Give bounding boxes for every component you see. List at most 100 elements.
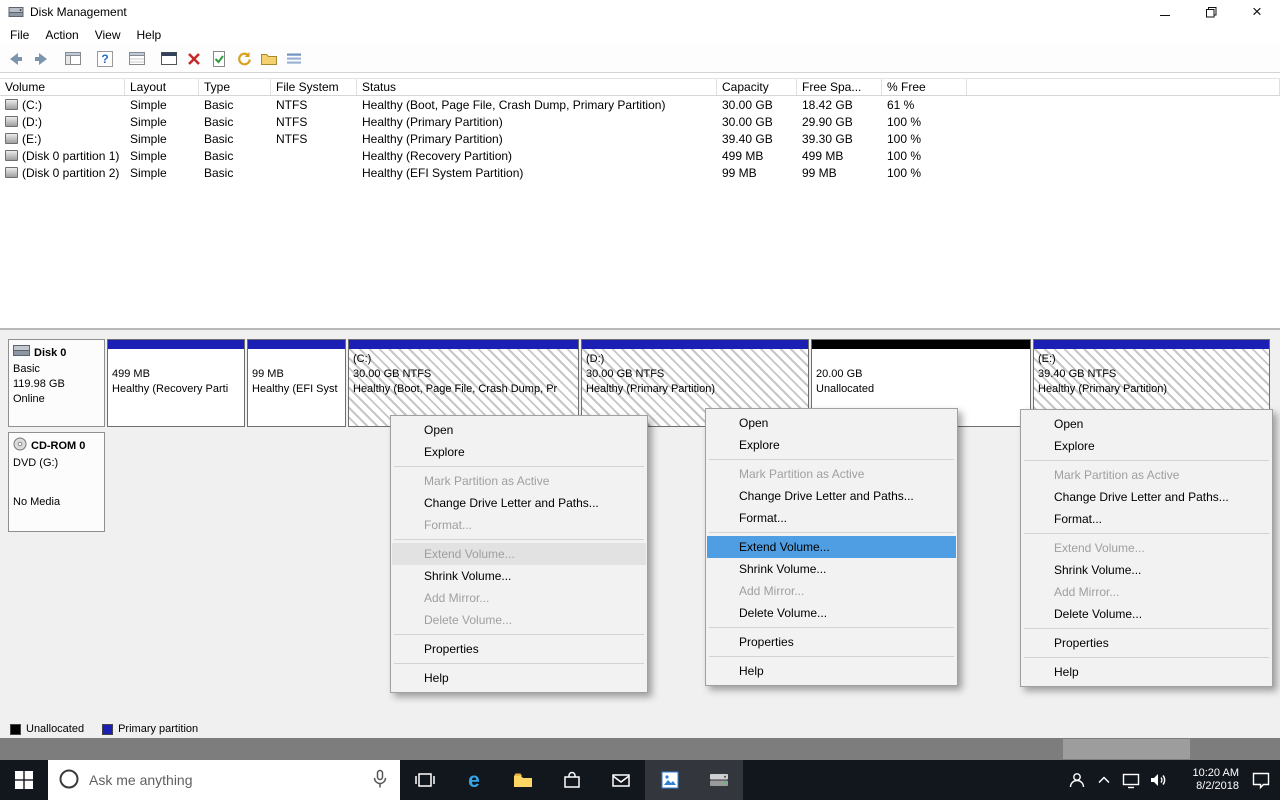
menu-item-open[interactable]: Open xyxy=(1022,413,1271,435)
legend-primary-partition: Primary partition xyxy=(102,723,198,735)
menu-item-help[interactable]: Help xyxy=(392,667,646,689)
volume-row-disk0partition1[interactable]: (Disk 0 partition 1)SimpleBasicHealthy (… xyxy=(0,147,1280,164)
photos-icon[interactable] xyxy=(645,760,694,800)
menu-item-delete-volume[interactable]: Delete Volume... xyxy=(1022,603,1271,625)
partition-letter xyxy=(816,352,1026,367)
cell-text: 18.42 GB xyxy=(802,98,853,112)
action-center-icon[interactable] xyxy=(1247,760,1274,800)
menu-item-properties[interactable]: Properties xyxy=(392,638,646,660)
delete-icon[interactable] xyxy=(182,47,206,71)
export-list-icon[interactable] xyxy=(125,47,149,71)
volume-icon[interactable] xyxy=(1144,760,1171,800)
menu-item-explore[interactable]: Explore xyxy=(392,441,646,463)
partition-c[interactable]: (C:)30.00 GB NTFSHealthy (Boot, Page Fil… xyxy=(348,339,579,427)
cell-text: Simple xyxy=(130,132,167,146)
disk0-label[interactable]: Disk 0 Basic 119.98 GB Online xyxy=(8,339,105,427)
menu-help[interactable]: Help xyxy=(129,26,170,44)
menu-item-change-drive-letter-and-paths[interactable]: Change Drive Letter and Paths... xyxy=(707,485,956,507)
cell-text: 499 MB xyxy=(722,149,763,163)
column-capacity[interactable]: Capacity xyxy=(717,79,797,95)
console-tree-icon[interactable] xyxy=(61,47,85,71)
clock-time: 10:20 AM xyxy=(1175,767,1239,780)
disk-management-icon[interactable] xyxy=(694,760,743,800)
menu-item-explore[interactable]: Explore xyxy=(1022,435,1271,457)
partition-size: 20.00 GB xyxy=(816,367,1026,382)
partition-letter: (D:) xyxy=(586,352,804,367)
menu-item-help[interactable]: Help xyxy=(1022,661,1271,683)
cell-text: Basic xyxy=(204,149,233,163)
menu-item-open[interactable]: Open xyxy=(707,412,956,434)
hidden-icons-icon[interactable] xyxy=(1090,760,1117,800)
mail-icon[interactable] xyxy=(596,760,645,800)
cell-text: 100 % xyxy=(887,149,921,163)
cdrom-label[interactable]: CD-ROM 0 DVD (G:) No Media xyxy=(8,432,105,532)
menu-separator xyxy=(394,663,644,664)
column-type[interactable]: Type xyxy=(199,79,271,95)
restore-button[interactable] xyxy=(1188,0,1234,24)
menu-item-open[interactable]: Open xyxy=(392,419,646,441)
close-button[interactable]: × xyxy=(1234,0,1280,24)
cell-text: Simple xyxy=(130,98,167,112)
partition-status: Healthy (Primary Partition) xyxy=(586,382,804,397)
menu-item-shrink-volume[interactable]: Shrink Volume... xyxy=(392,565,646,587)
cell-text: (C:) xyxy=(22,98,42,112)
menu-item-properties[interactable]: Properties xyxy=(1022,632,1271,654)
start-button[interactable] xyxy=(0,760,48,800)
column-file-system[interactable]: File System xyxy=(271,79,357,95)
partition-efi[interactable]: 99 MBHealthy (EFI Syst xyxy=(247,339,346,427)
details-view-icon[interactable] xyxy=(282,47,306,71)
volume-row-disk0partition2[interactable]: (Disk 0 partition 2)SimpleBasicHealthy (… xyxy=(0,164,1280,181)
menu-item-change-drive-letter-and-paths[interactable]: Change Drive Letter and Paths... xyxy=(392,492,646,514)
menu-action[interactable]: Action xyxy=(37,26,86,44)
properties-icon[interactable] xyxy=(207,47,231,71)
task-view-icon[interactable] xyxy=(400,760,449,800)
menu-view[interactable]: View xyxy=(87,26,129,44)
minimize-button[interactable] xyxy=(1142,0,1188,24)
primary-partition-swatch xyxy=(102,724,113,735)
partition-recovery[interactable]: 499 MBHealthy (Recovery Parti xyxy=(107,339,245,427)
column-layout[interactable]: Layout xyxy=(125,79,199,95)
microphone-icon[interactable] xyxy=(369,768,391,793)
network-icon[interactable] xyxy=(1117,760,1144,800)
menu-item-shrink-volume[interactable]: Shrink Volume... xyxy=(1022,559,1271,581)
menu-item-extend-volume[interactable]: Extend Volume... xyxy=(707,536,956,558)
menu-item-change-drive-letter-and-paths[interactable]: Change Drive Letter and Paths... xyxy=(1022,486,1271,508)
volume-row-e[interactable]: (E:)SimpleBasicNTFSHealthy (Primary Part… xyxy=(0,130,1280,147)
refresh-icon[interactable] xyxy=(232,47,256,71)
menu-item-add-mirror: Add Mirror... xyxy=(392,587,646,609)
legend-primary-partition-label: Primary partition xyxy=(118,723,198,735)
forward-icon[interactable] xyxy=(29,47,53,71)
edge-icon[interactable]: e xyxy=(449,760,498,800)
taskbar-search[interactable] xyxy=(48,760,400,800)
column-status[interactable]: Status xyxy=(357,79,717,95)
store-icon[interactable] xyxy=(547,760,596,800)
column-pct-free[interactable]: % Free xyxy=(882,79,967,95)
menu-item-format[interactable]: Format... xyxy=(1022,508,1271,530)
cell-text: 499 MB xyxy=(802,149,843,163)
volume-row-d[interactable]: (D:)SimpleBasicNTFSHealthy (Primary Part… xyxy=(0,113,1280,130)
disk0-type: Basic xyxy=(13,362,100,377)
menu-item-explore[interactable]: Explore xyxy=(707,434,956,456)
taskbar-clock[interactable]: 10:20 AM 8/2/2018 xyxy=(1175,767,1239,793)
file-explorer-icon[interactable] xyxy=(498,760,547,800)
menu-separator xyxy=(1024,533,1269,534)
open-folder-icon[interactable] xyxy=(257,47,281,71)
cell-text: Basic xyxy=(204,98,233,112)
volume-row-c[interactable]: (C:)SimpleBasicNTFSHealthy (Boot, Page F… xyxy=(0,96,1280,113)
help-icon[interactable]: ? xyxy=(93,47,117,71)
menu-item-format[interactable]: Format... xyxy=(707,507,956,529)
menu-item-shrink-volume[interactable]: Shrink Volume... xyxy=(707,558,956,580)
column-volume[interactable]: Volume xyxy=(0,79,125,95)
search-input[interactable] xyxy=(89,772,361,788)
people-icon[interactable] xyxy=(1063,760,1090,800)
cell-text: Simple xyxy=(130,166,167,180)
console-window-icon[interactable] xyxy=(157,47,181,71)
menu-item-delete-volume[interactable]: Delete Volume... xyxy=(707,602,956,624)
menu-item-properties[interactable]: Properties xyxy=(707,631,956,653)
cell-text: 100 % xyxy=(887,115,921,129)
menu-file[interactable]: File xyxy=(2,26,37,44)
menu-item-help[interactable]: Help xyxy=(707,660,956,682)
column-free-space[interactable]: Free Spa... xyxy=(797,79,882,95)
back-icon[interactable] xyxy=(4,47,28,71)
windows-logo-icon xyxy=(14,770,34,790)
